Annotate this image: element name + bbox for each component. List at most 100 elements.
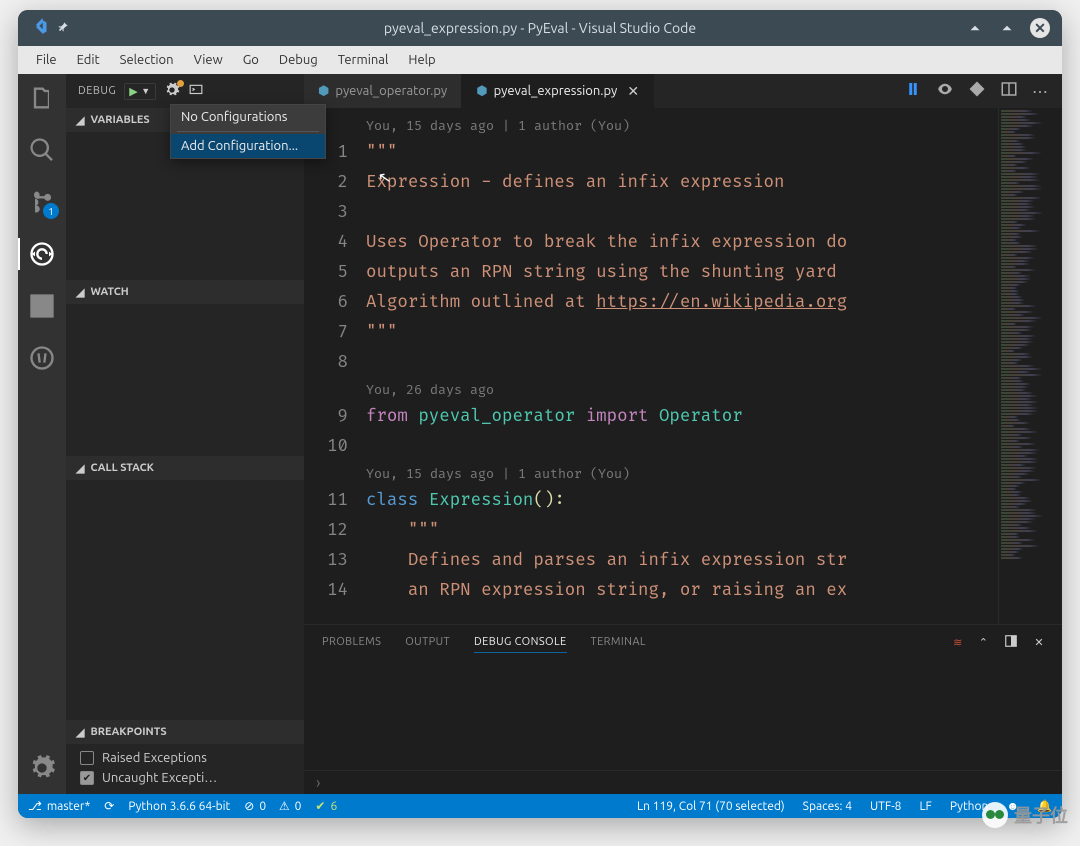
status-spaces[interactable]: Spaces: 4 [803,800,852,813]
python-file-icon: ⬢ [318,84,329,99]
close-tab-icon[interactable]: ✕ [627,83,639,100]
test-icon[interactable] [28,344,56,372]
close-icon[interactable]: ✕ [1030,18,1050,38]
codelens[interactable]: You, 15 days ago | 1 author (You) [366,462,998,486]
chevron-down-icon: ◢ [76,462,84,475]
editor[interactable]: 12345678 910 11121314 You, 15 days ago |… [304,108,1062,624]
titlebar-left [30,18,70,39]
chevron-down-icon: ◢ [76,726,84,739]
status-bar: ⎇master* ⟳ Python 3.6.6 64-bit ⊘0 ⚠0 ✔6 … [18,794,1062,818]
explorer-icon[interactable] [28,84,56,112]
code-content[interactable]: You, 15 days ago | 1 author (You)""" Exp… [366,108,998,624]
checkbox-icon[interactable] [80,751,94,765]
debug-header-label: DEBUG [78,85,116,97]
split-editor-icon[interactable] [1000,80,1018,102]
section-watch-body [66,304,304,456]
watermark-icon [982,802,1008,828]
minimize-icon[interactable] [966,19,984,37]
section-callstack-header[interactable]: ◢CALL STACK [66,456,304,480]
section-callstack-body [66,480,304,720]
activity-bar: 1 [18,74,66,794]
bp-uncaught-exceptions[interactable]: ✔Uncaught Excepti… [66,768,304,788]
clear-console-icon[interactable]: ≋ [953,636,963,649]
section-watch-header[interactable]: ◢WATCH [66,280,304,304]
menu-debug[interactable]: Debug [269,49,328,71]
gear-badge-icon [177,80,184,87]
bottom-panel: PROBLEMS OUTPUT DEBUG CONSOLE TERMINAL ≋… [304,624,1062,794]
window-controls: ✕ [966,18,1050,38]
debug-console-input[interactable]: › [304,770,1062,794]
menu-file[interactable]: File [26,49,67,71]
chevron-down-icon: ◢ [76,286,84,299]
tab-pyeval-expression[interactable]: ⬢pyeval_expression.py✕ [462,74,654,108]
status-tests[interactable]: ✔6 [315,799,337,813]
bp-raised-exceptions[interactable]: Raised Exceptions [66,748,304,768]
start-debug-icon[interactable]: ▶ [129,85,138,98]
menu-view[interactable]: View [184,49,233,71]
vscode-icon [30,18,48,39]
status-encoding[interactable]: UTF-8 [870,800,901,813]
sync-icon: ⟳ [104,799,114,813]
config-dropdown-chevron-icon[interactable]: ▼ [141,86,150,96]
status-problems[interactable]: ⊘0 ⚠0 [244,799,301,813]
panel-tab-terminal[interactable]: TERMINAL [591,636,646,648]
codelens[interactable]: You, 15 days ago | 1 author (You) [366,114,998,138]
tab-pyeval-operator[interactable]: ⬢pyeval_operator.py [304,74,462,108]
section-breakpoints-header[interactable]: ◢BREAKPOINTS [66,720,304,744]
window-title: pyeval_expression.py - PyEval - Visual S… [384,20,696,36]
menu-selection[interactable]: Selection [110,49,184,71]
panel-tab-output[interactable]: OUTPUT [405,636,450,648]
menu-help[interactable]: Help [398,49,445,71]
vscode-window: pyeval_expression.py - PyEval - Visual S… [18,10,1062,818]
checkbox-checked-icon[interactable]: ✔ [80,771,94,785]
config-no-configurations[interactable]: No Configurations [171,105,325,129]
menu-terminal[interactable]: Terminal [328,49,399,71]
maximize-panel-icon[interactable] [1004,634,1018,651]
debug-activity-icon[interactable] [28,240,56,268]
tab-bar: ⬢pyeval_operator.py ⬢pyeval_expression.p… [304,74,1062,108]
settings-gear-icon[interactable] [28,754,56,782]
debug-console-body[interactable] [304,659,1062,770]
panel-tab-problems[interactable]: PROBLEMS [322,636,381,648]
status-selection[interactable]: Ln 119, Col 71 (70 selected) [637,800,785,813]
codelens[interactable]: You, 26 days ago [366,378,998,402]
compare-icon[interactable] [904,80,922,102]
status-python[interactable]: Python 3.6.6 64-bit [128,800,230,813]
collapse-panel-icon[interactable]: ⌃ [979,636,989,649]
extensions-icon[interactable] [28,292,56,320]
debug-header: DEBUG ▶ ▼ [66,74,304,108]
close-panel-icon[interactable]: ✕ [1034,636,1044,649]
scm-icon[interactable]: 1 [28,188,56,216]
preview-icon[interactable] [936,80,954,102]
chevron-down-icon: ◢ [76,114,84,127]
watermark: 量子位 [982,802,1068,828]
minimap[interactable] [998,108,1062,624]
line-numbers: 12345678 910 11121314 [304,108,366,624]
config-add-configuration[interactable]: Add Configuration... [171,134,325,158]
menu-go[interactable]: Go [233,49,269,71]
breakpoints-list: Raised Exceptions ✔Uncaught Excepti… [66,744,304,792]
error-icon: ⊘ [244,799,254,813]
warning-icon: ⚠ [279,799,290,813]
status-sync[interactable]: ⟳ [104,799,114,813]
panel-tabs: PROBLEMS OUTPUT DEBUG CONSOLE TERMINAL ≋… [304,625,1062,659]
scm-badge: 1 [43,203,59,219]
check-icon: ✔ [315,799,325,813]
diamond-icon[interactable] [968,80,986,102]
python-file-icon: ⬢ [476,84,487,99]
maximize-icon[interactable] [998,19,1016,37]
main-area: 1 DEBUG ▶ ▼ No Configurations [18,74,1062,794]
menu-edit[interactable]: Edit [67,49,110,71]
search-activity-icon[interactable] [28,136,56,164]
status-branch[interactable]: ⎇master* [28,799,90,813]
git-branch-icon: ⎇ [28,799,42,813]
titlebar[interactable]: pyeval_expression.py - PyEval - Visual S… [18,10,1062,46]
more-icon[interactable]: ⋯ [1032,82,1048,101]
panel-tab-debug-console[interactable]: DEBUG CONSOLE [474,636,567,653]
editor-area: ⬢pyeval_operator.py ⬢pyeval_expression.p… [304,74,1062,794]
config-dropdown: No Configurations Add Configuration... [170,104,326,159]
configure-gear-icon[interactable] [164,82,180,101]
pin-icon[interactable] [56,20,70,37]
debug-console-icon[interactable] [188,83,204,100]
status-eol[interactable]: LF [919,800,931,813]
